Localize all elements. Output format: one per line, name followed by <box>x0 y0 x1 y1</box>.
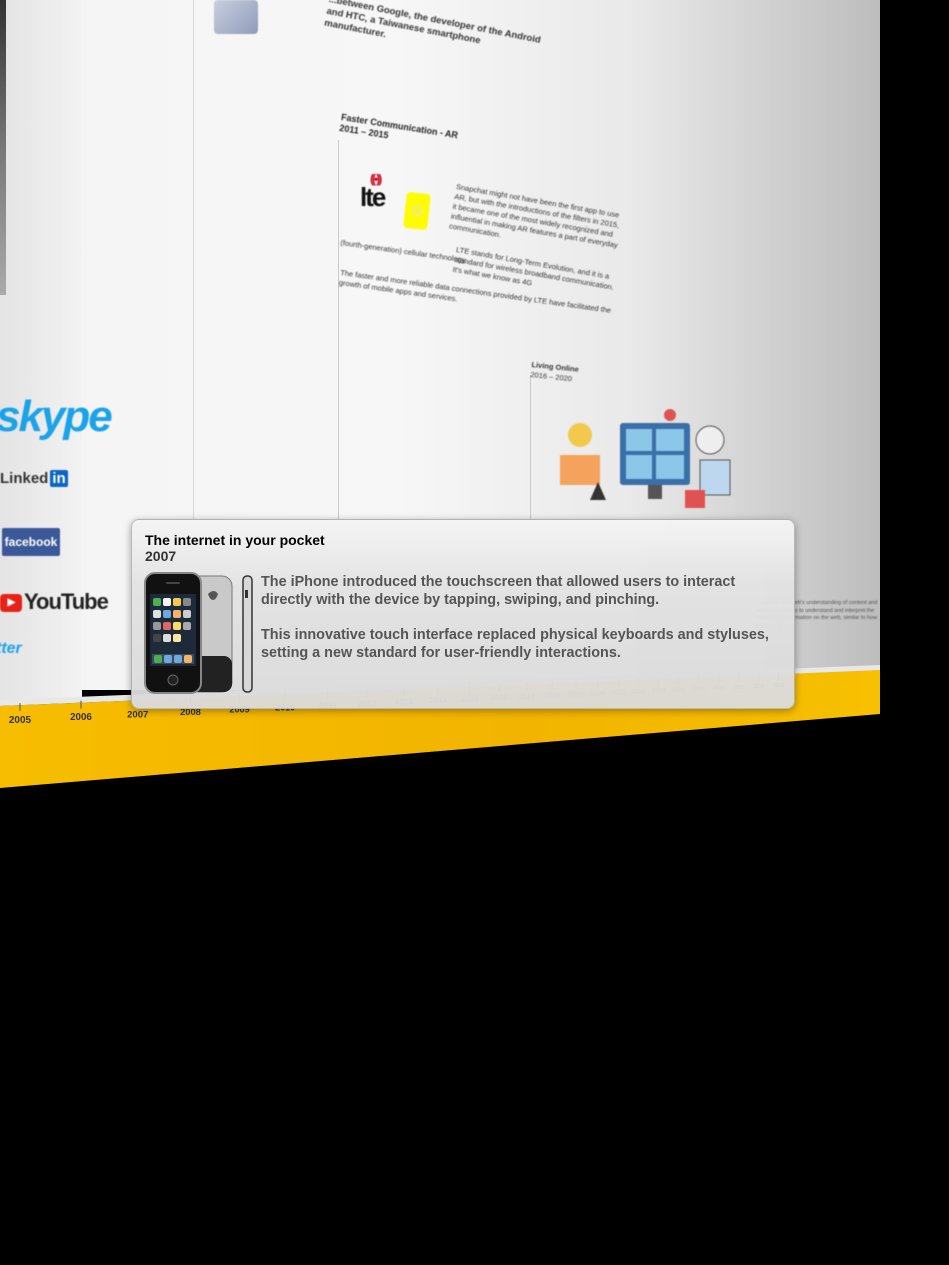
timeline-year-label[interactable]: 2007 <box>127 709 148 720</box>
popup-paragraph: The iPhone introduced the touchscreen th… <box>261 574 736 608</box>
iphone-image <box>144 572 253 694</box>
popup-title: The internet in your pocket <box>145 532 325 548</box>
popup-year: 2007 <box>145 548 177 564</box>
popup-paragraph: This innovative touch interface replaced… <box>261 627 769 661</box>
event-popup[interactable]: The internet in your pocket 2007 The iPh… <box>131 519 795 709</box>
timeline-year-label[interactable]: 2005 <box>9 715 32 726</box>
popup-description: The iPhone introduced the touchscreen th… <box>261 573 781 679</box>
timeline-year-label[interactable]: 2006 <box>70 712 92 723</box>
